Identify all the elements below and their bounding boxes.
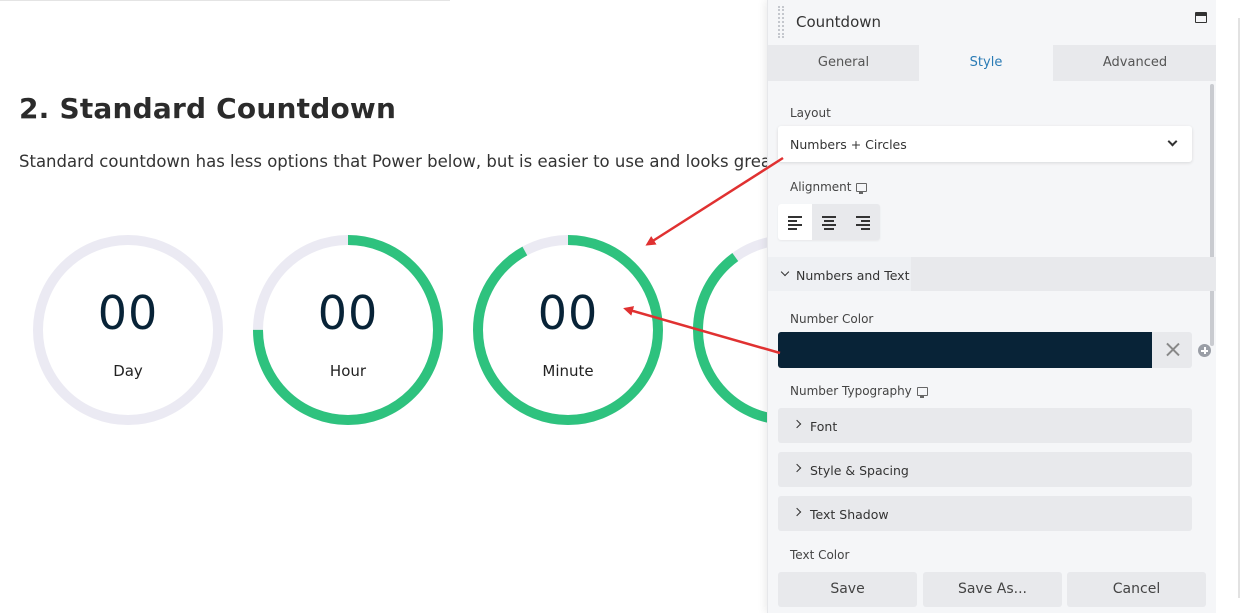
- align-left-button[interactable]: [778, 204, 812, 240]
- alignment-buttons: [778, 204, 880, 240]
- drag-handle-icon[interactable]: [778, 6, 784, 38]
- chevron-down-icon: [1167, 136, 1178, 147]
- ring-progress: [253, 235, 443, 425]
- accordion-label: Text Shadow: [810, 507, 889, 522]
- number-color-label: Number Color: [790, 312, 874, 326]
- clear-color-button[interactable]: [1152, 332, 1192, 368]
- tab-general[interactable]: General: [768, 45, 919, 81]
- chevron-right-icon: [792, 463, 802, 473]
- chevron-right-icon: [792, 419, 802, 429]
- number-color-swatch[interactable]: [778, 332, 1152, 368]
- countdown-day-ring: [33, 235, 223, 425]
- intro-text: Standard countdown has less options that…: [19, 152, 778, 171]
- text-shadow-accordion[interactable]: Text Shadow: [778, 496, 1192, 531]
- font-accordion[interactable]: Font: [778, 408, 1192, 443]
- chevron-down-icon: [780, 267, 790, 277]
- responsive-monitor-icon[interactable]: [916, 387, 928, 398]
- close-icon: [1165, 342, 1180, 357]
- number-typography-label-row: Number Typography: [790, 384, 928, 398]
- save-button[interactable]: Save: [778, 572, 917, 607]
- page-scrollbar[interactable]: [1238, 18, 1240, 598]
- accordion-label: Font: [810, 419, 838, 434]
- section-title: Numbers and Text: [796, 268, 910, 283]
- number-color-arrow: [623, 306, 781, 355]
- countdown-number: 00: [97, 286, 159, 340]
- accordion-label: Style & Spacing: [810, 463, 909, 478]
- top-divider: [0, 0, 450, 1]
- panel-footer: Save Save As... Cancel: [768, 568, 1216, 613]
- ring-track: [253, 235, 443, 425]
- numbers-and-text-section: Numbers and Text: [768, 257, 1216, 291]
- layout-label: Layout: [790, 106, 831, 120]
- tab-style[interactable]: Style: [919, 45, 1053, 81]
- ring-track: [473, 235, 663, 425]
- countdown-minute: 00 Minute: [470, 232, 666, 428]
- panel-title: Countdown: [796, 13, 882, 31]
- style-spacing-accordion[interactable]: Style & Spacing: [778, 452, 1192, 487]
- ring-progress: [473, 235, 663, 425]
- add-color-icon[interactable]: [1198, 344, 1211, 357]
- countdown-minute-ring: [473, 235, 663, 425]
- countdown-hour: 00 Hour: [250, 232, 446, 428]
- panel-tabs: General Style Advanced: [768, 45, 1216, 81]
- page-heading: 2. Standard Countdown: [19, 92, 397, 125]
- text-color-label: Text Color: [790, 548, 850, 562]
- panel-header: Countdown: [768, 0, 1216, 45]
- align-center-button[interactable]: [812, 204, 846, 240]
- countdown-label: Day: [113, 362, 143, 380]
- save-as-button[interactable]: Save As...: [923, 572, 1062, 607]
- responsive-monitor-icon[interactable]: [856, 183, 868, 194]
- panel-scrollbar[interactable]: [1210, 84, 1214, 346]
- cancel-button[interactable]: Cancel: [1067, 572, 1206, 607]
- layout-select-value: Numbers + Circles: [790, 137, 907, 152]
- countdown-day: 00 Day: [30, 232, 226, 428]
- alignment-label: Alignment: [790, 180, 852, 194]
- layout-select[interactable]: Numbers + Circles: [778, 126, 1192, 162]
- align-right-button[interactable]: [846, 204, 880, 240]
- countdown-settings-panel: Countdown General Style Advanced Layout …: [767, 0, 1216, 613]
- numbers-and-text-toggle[interactable]: Numbers and Text: [768, 257, 911, 291]
- ring-track: [33, 235, 223, 425]
- countdown-label: Hour: [329, 362, 367, 380]
- countdown-hour-ring: [253, 235, 443, 425]
- alignment-label-row: Alignment: [790, 180, 868, 194]
- countdown-number: 00: [317, 286, 379, 340]
- countdown-label: Minute: [542, 362, 594, 380]
- number-typography-label: Number Typography: [790, 384, 912, 398]
- tab-advanced[interactable]: Advanced: [1053, 45, 1216, 81]
- maximize-icon[interactable]: [1195, 12, 1207, 23]
- chevron-right-icon: [792, 507, 802, 517]
- countdown-number: 00: [537, 286, 599, 340]
